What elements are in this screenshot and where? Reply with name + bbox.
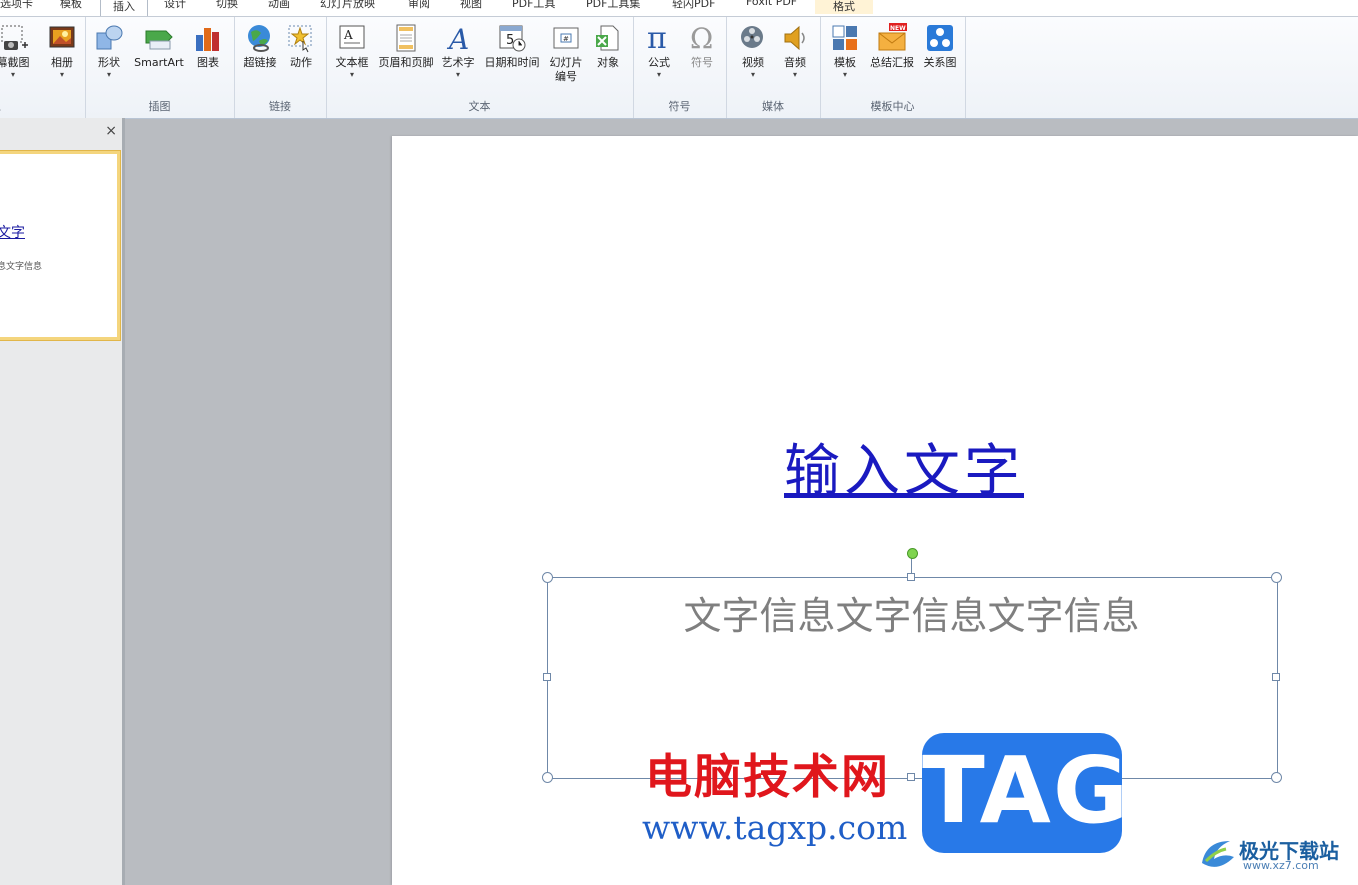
tab-foxit-pdf[interactable]: Foxit PDF: [746, 0, 797, 8]
tab-pdf-toolset[interactable]: PDF工具集: [586, 0, 640, 11]
smartart-icon: [144, 23, 174, 53]
svg-text:π: π: [647, 23, 667, 53]
ribbon-tab-bar: 选项卡 模板 插入 设计 切换 动画 幻灯片放映 审阅 视图 PDF工具 PDF…: [0, 0, 1358, 17]
ribbon: 幕截图 ▾ 相册 ▾ 像 形状 ▾ SmartArt: [0, 17, 1358, 119]
thumbnail-subtitle: 息文字信息: [0, 262, 43, 272]
slides-panel: × 文字 息文字信息: [0, 118, 125, 885]
screenshot-icon: [0, 23, 28, 53]
hyperlink-button[interactable]: 超链接: [240, 23, 280, 70]
dropdown-arrow-icon[interactable]: ▾: [42, 70, 82, 80]
screenshot-button[interactable]: 幕截图 ▾: [0, 23, 36, 80]
envelope-new-icon: NEW: [877, 23, 907, 53]
tab-slideshow[interactable]: 幻灯片放映: [320, 0, 375, 11]
group-text: A 文本框 ▾ 页眉和页脚 A 艺术字 ▾ 5 日期和时间 # 幻灯片 编号 对…: [326, 17, 634, 118]
tab-pdf-tools[interactable]: PDF工具: [512, 0, 555, 11]
svg-text:A: A: [343, 28, 353, 42]
textbox-button[interactable]: A 文本框 ▾: [330, 23, 374, 80]
header-footer-icon: [391, 23, 421, 53]
resize-handle-top-left[interactable]: [542, 572, 553, 583]
chart-button[interactable]: 图表: [191, 23, 225, 70]
slide-number-button[interactable]: # 幻灯片 编号: [546, 23, 586, 84]
resize-handle-bottom[interactable]: [907, 773, 915, 781]
group-illustrations: 形状 ▾ SmartArt 图表 插图: [85, 17, 235, 118]
wordart-button[interactable]: A 艺术字 ▾: [438, 23, 478, 80]
symbol-button[interactable]: Ω 符号: [683, 22, 721, 70]
group-symbols: π 公式 ▾ Ω 符号 符号: [633, 17, 727, 118]
dropdown-arrow-icon[interactable]: ▾: [0, 70, 36, 80]
dropdown-arrow-icon[interactable]: ▾: [734, 70, 772, 80]
tab-animations[interactable]: 动画: [268, 0, 290, 11]
template-icon: [830, 23, 860, 53]
tab-insert[interactable]: 插入: [100, 0, 148, 16]
textbox-icon: A: [337, 23, 367, 53]
dropdown-arrow-icon[interactable]: ▾: [438, 70, 478, 80]
close-icon[interactable]: ×: [105, 123, 117, 139]
subtitle-text[interactable]: 文字信息文字信息文字信息: [547, 585, 1276, 640]
slide-number-icon: #: [551, 23, 581, 53]
relation-chart-button[interactable]: 关系图: [920, 23, 960, 70]
group-images: 幕截图 ▾ 相册 ▾ 像: [0, 17, 86, 118]
tab-qingshan-pdf[interactable]: 轻闪PDF: [672, 0, 715, 11]
dropdown-arrow-icon[interactable]: ▾: [91, 70, 127, 80]
slide-title-link[interactable]: 输入文字: [784, 426, 1024, 507]
svg-text:NEW: NEW: [890, 25, 906, 32]
header-footer-button[interactable]: 页眉和页脚: [374, 23, 438, 70]
tab-template[interactable]: 模板: [60, 0, 82, 11]
watermark-site-name: 电脑技术网: [645, 750, 890, 805]
object-button[interactable]: 对象: [590, 23, 626, 70]
resize-handle-top[interactable]: [907, 573, 915, 581]
tab-design[interactable]: 设计: [164, 0, 186, 11]
action-button[interactable]: 动作: [284, 23, 318, 70]
album-button[interactable]: 相册 ▾: [42, 23, 82, 80]
globe-link-icon: [245, 23, 275, 53]
thumbnail-title: 文字: [0, 225, 25, 241]
dropdown-arrow-icon[interactable]: ▾: [826, 70, 864, 80]
speaker-icon: [780, 23, 810, 53]
tab-transitions[interactable]: 切换: [216, 0, 238, 11]
tab-view[interactable]: 视图: [460, 0, 482, 11]
svg-text:#: #: [563, 35, 569, 43]
relation-chart-icon: [925, 23, 955, 53]
template-button[interactable]: 模板 ▾: [826, 23, 864, 80]
calendar-clock-icon: 5: [497, 23, 527, 53]
wordart-icon: A: [443, 23, 473, 56]
slide-thumbnail[interactable]: 文字 息文字信息: [0, 151, 120, 340]
omega-icon: Ω: [687, 22, 717, 55]
album-icon: [47, 23, 77, 53]
resize-handle-top-right[interactable]: [1271, 572, 1282, 583]
watermark-tag-logo: TAG: [922, 733, 1128, 853]
dropdown-arrow-icon[interactable]: ▾: [639, 70, 679, 80]
jiguang-swirl-icon: [1202, 841, 1234, 867]
action-star-icon: [286, 23, 316, 53]
tab-format[interactable]: 格式: [815, 0, 873, 14]
datetime-button[interactable]: 5 日期和时间: [480, 23, 544, 70]
pi-icon: π: [644, 21, 674, 56]
shapes-button[interactable]: 形状 ▾: [91, 23, 127, 80]
resize-handle-left[interactable]: [543, 673, 551, 681]
smartart-button[interactable]: SmartArt: [131, 23, 187, 70]
dropdown-arrow-icon[interactable]: ▾: [776, 70, 814, 80]
summary-report-button[interactable]: NEW 总结汇报: [866, 23, 918, 70]
watermark-url: www.tagxp.com: [642, 808, 908, 847]
rotate-handle[interactable]: [907, 548, 918, 559]
tab-review[interactable]: 审阅: [408, 0, 430, 11]
dropdown-arrow-icon[interactable]: ▾: [330, 70, 374, 80]
audio-button[interactable]: 音频 ▾: [776, 23, 814, 80]
chart-icon: [193, 23, 223, 53]
svg-text:Ω: Ω: [690, 23, 713, 53]
jiguang-logo: 极光下载站 www.xz7.com: [1196, 833, 1356, 875]
object-icon: [593, 23, 623, 53]
resize-handle-bottom-left[interactable]: [542, 772, 553, 783]
film-reel-icon: [738, 23, 768, 53]
tab-options[interactable]: 选项卡: [0, 0, 33, 11]
resize-handle-right[interactable]: [1272, 673, 1280, 681]
equation-button[interactable]: π 公式 ▾: [639, 21, 679, 80]
group-template-center: 模板 ▾ NEW 总结汇报 关系图 模板中心: [820, 17, 966, 118]
group-links: 超链接 动作 链接: [234, 17, 327, 118]
group-media: 视频 ▾ 音频 ▾ 媒体: [726, 17, 821, 118]
video-button[interactable]: 视频 ▾: [734, 23, 772, 80]
resize-handle-bottom-right[interactable]: [1271, 772, 1282, 783]
shapes-icon: [94, 23, 124, 53]
svg-text:A: A: [446, 23, 469, 53]
